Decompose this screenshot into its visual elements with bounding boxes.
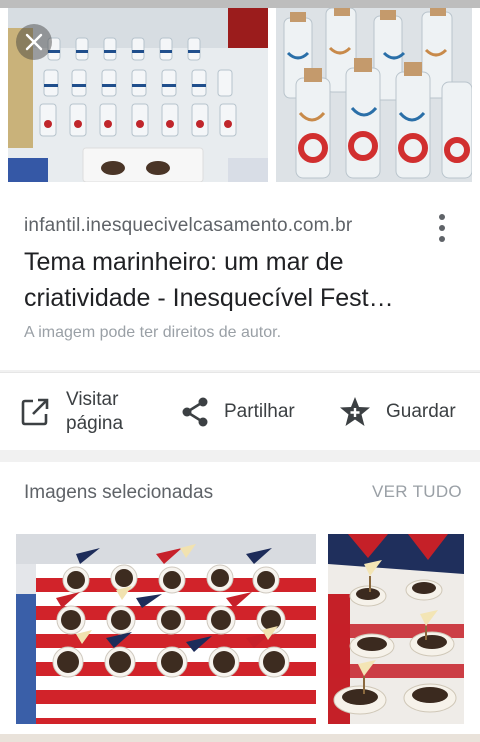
image-preview-strip	[0, 8, 480, 188]
share-button[interactable]: Partilhar	[180, 373, 295, 451]
star-add-icon	[338, 395, 372, 429]
related-image-1[interactable]	[16, 534, 316, 724]
share-icon	[180, 396, 210, 428]
selected-images-heading: Imagens selecionadas	[24, 482, 214, 503]
copyright-notice: A imagem pode ter direitos de autor.	[24, 324, 282, 341]
share-label: Partilhar	[224, 401, 295, 422]
visit-page-button[interactable]: Visitar página	[20, 373, 146, 451]
save-button[interactable]: Guardar	[338, 373, 456, 451]
result-info-card: infantil.inesquecivelcasamento.com.br Te…	[0, 188, 480, 370]
next-row-peek	[0, 734, 480, 742]
more-vert-icon	[439, 214, 445, 220]
see-all-link[interactable]: VER TUDO	[372, 482, 462, 502]
action-bar: Visitar página Partilhar Guardar	[0, 372, 480, 450]
close-button[interactable]	[16, 24, 52, 60]
preview-image-secondary[interactable]	[276, 8, 472, 182]
source-domain[interactable]: infantil.inesquecivelcasamento.com.br	[24, 215, 352, 237]
result-title[interactable]: Tema marinheiro: um mar de criatividade …	[24, 244, 424, 316]
close-icon	[25, 33, 43, 51]
open-in-new-icon	[20, 397, 50, 427]
visit-label-line1: Visitar	[66, 389, 119, 410]
selected-images-section: Imagens selecionadas VER TUDO	[0, 462, 480, 742]
save-label: Guardar	[386, 401, 456, 422]
visit-label-line2: página	[66, 413, 124, 434]
top-edge	[0, 0, 480, 8]
more-options-button[interactable]	[428, 208, 456, 248]
related-image-2[interactable]	[328, 534, 464, 724]
